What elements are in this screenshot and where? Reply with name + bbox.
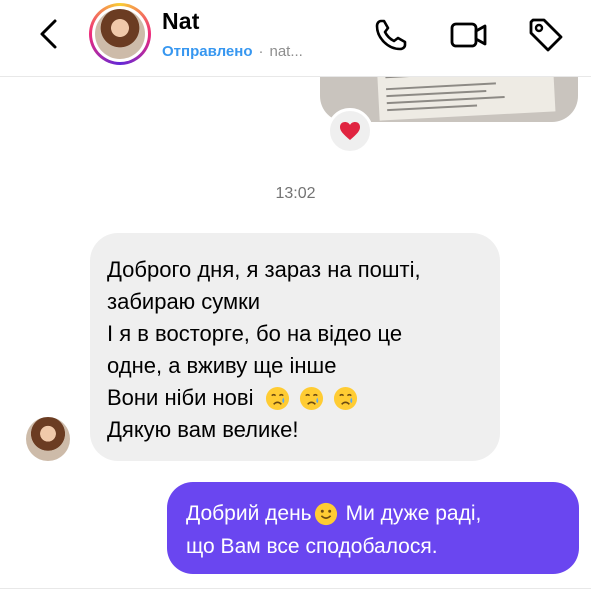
smiling-face-icon	[314, 502, 337, 525]
avatar[interactable]	[89, 3, 151, 65]
message-line: І я в восторге, бо на відео це	[107, 321, 403, 346]
chat-header: Nat Отправлено · nat...	[0, 0, 591, 77]
chevron-left-icon[interactable]	[32, 17, 66, 51]
message-text: Ми дуже раді,	[345, 502, 482, 525]
incoming-message-bubble[interactable]: Доброго дня, я зараз на пошті, забираю с…	[90, 233, 500, 461]
contact-name[interactable]: Nat	[162, 8, 200, 35]
reaction-badge[interactable]	[327, 108, 373, 154]
tag-icon[interactable]	[527, 16, 565, 54]
outgoing-message-bubble[interactable]: Добрий день Ми дуже раді, що Вам все спо…	[167, 482, 579, 574]
status-text: Отправлено	[162, 43, 253, 60]
message-timestamp: 13:02	[275, 185, 316, 202]
avatar-photo	[95, 9, 145, 59]
sender-avatar[interactable]	[26, 417, 70, 461]
message-line: Доброго дня, я зараз на пошті,	[107, 257, 421, 282]
video-camera-icon[interactable]	[450, 16, 488, 54]
divider	[0, 588, 591, 589]
message-line: що Вам все сподобалося.	[186, 535, 438, 558]
crying-face-icon	[334, 386, 358, 410]
status-separator: ·	[258, 43, 264, 60]
crying-face-icon	[266, 386, 290, 410]
crying-face-icon	[300, 386, 324, 410]
message-line-with-emoji: Вони ніби нові	[107, 382, 484, 414]
message-line-with-emoji: Добрий день Ми дуже раді,	[186, 497, 561, 530]
message-line: Дякую вам велике!	[107, 417, 299, 442]
contact-handle: nat...	[269, 43, 303, 60]
message-line: забираю сумки	[107, 289, 261, 314]
phone-icon[interactable]	[372, 16, 410, 54]
message-text: Вони ніби нові	[107, 385, 254, 410]
status-line: Отправлено · nat...	[162, 43, 303, 60]
message-line: одне, а вживу ще інше	[107, 353, 337, 378]
message-text: Добрий день	[186, 502, 312, 525]
heart-icon	[340, 122, 360, 140]
